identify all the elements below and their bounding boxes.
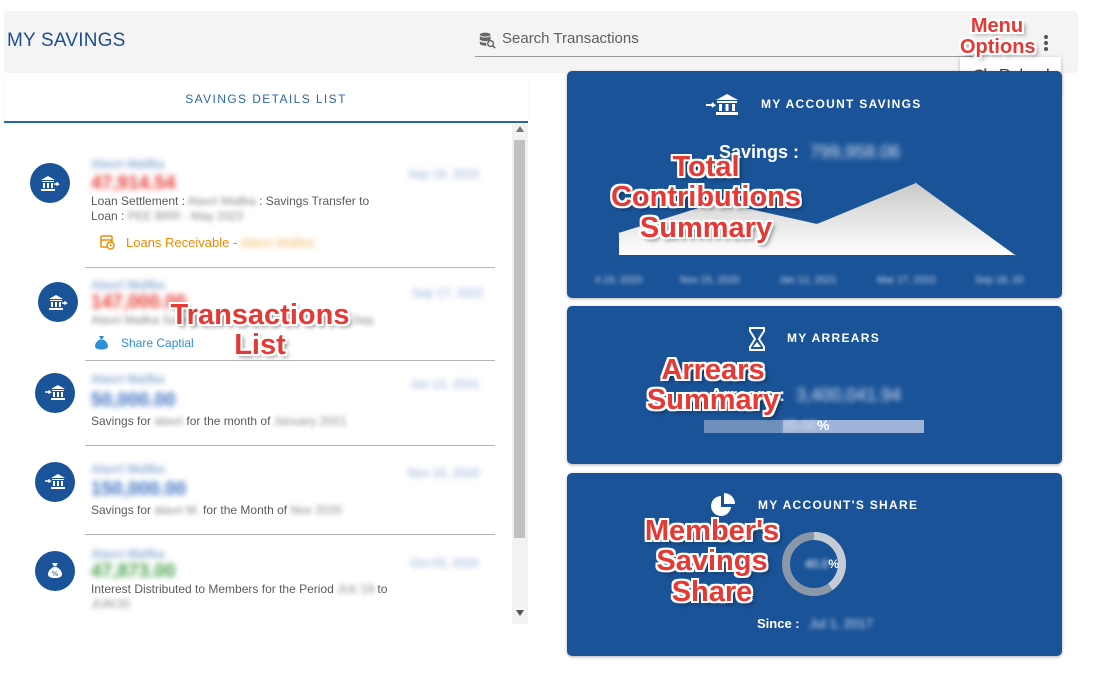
list-divider: [85, 445, 495, 446]
transaction-date: Jan 12, 2021: [410, 377, 480, 391]
page-title: MY SAVINGS: [7, 30, 126, 51]
chart-x-tick: Sep 18, 20: [975, 275, 1024, 286]
transaction-amount: 50,000.00: [91, 390, 176, 411]
card-title: MY ACCOUNT'S SHARE: [758, 498, 919, 512]
hourglass-icon: [749, 327, 765, 351]
member-name: Alavri Mallka: [91, 462, 165, 476]
transaction-date: Nov 15, 2020: [408, 466, 480, 480]
list-divider: [85, 534, 495, 535]
annotation-menu-options: Menu Options: [960, 15, 1036, 58]
money-bag-icon: [95, 336, 108, 350]
money-bag-icon: %: [35, 551, 75, 591]
chart-point: [1014, 254, 1016, 256]
transaction-date: Sep 18, 2022: [408, 167, 480, 181]
more-options-icon[interactable]: [1039, 33, 1053, 53]
transaction-amount: 150,000.00: [91, 479, 187, 500]
scrollbar-thumb[interactable]: [514, 140, 525, 538]
panel-title: SAVINGS DETAILS LIST: [185, 92, 347, 106]
panel-header: SAVINGS DETAILS LIST: [4, 75, 528, 123]
arrears-progress-fill: [704, 420, 784, 433]
member-name: Alavri Mallka: [91, 547, 165, 561]
transaction-amount: 47,914.54: [91, 173, 176, 194]
list-divider: [85, 267, 495, 268]
share-since: Since : Jul 1, 2017: [757, 616, 873, 631]
transaction-item[interactable]: % Alavri Mallka Oct 03, 2020 47,873.00 I…: [30, 543, 496, 615]
bank-deposit-icon: [706, 94, 738, 115]
chart-x-tick: Mar 17, 2022: [877, 275, 936, 286]
svg-text:%: %: [52, 570, 59, 578]
annotation-savings-share: Member's Savings Share: [644, 515, 780, 608]
bank-deposit-icon: [35, 373, 75, 413]
card-title: MY ACCOUNT SAVINGS: [761, 97, 922, 111]
account-tag[interactable]: Loans Receivable - Alavri Mallka: [126, 235, 314, 250]
transaction-item[interactable]: Alavri Mallka Sep 18, 2022 47,914.54 Loa…: [30, 155, 496, 265]
transaction-item[interactable]: Alavri Mallka Jan 12, 2021 50,000.00 Sav…: [30, 370, 496, 444]
chart-point: [915, 182, 917, 184]
search-field[interactable]: [475, 26, 973, 57]
transaction-description: Loan Settlement : Alavri Mallka : Saving…: [91, 194, 370, 223]
scroll-down-arrow-icon[interactable]: [516, 610, 524, 616]
member-name: Alavri Mallka: [91, 157, 165, 171]
member-name: Alavri Mallka: [91, 278, 165, 292]
transaction-date: Oct 03, 2020: [410, 556, 479, 570]
annotation-arrears-summary: Arrears Summary: [646, 354, 780, 417]
transaction-amount: 47,873.00: [91, 561, 176, 582]
arrears-percent: 25.00%: [782, 417, 830, 433]
annotation-transactions-list: Transactions List: [170, 299, 350, 362]
card-title: MY ARREARS: [787, 331, 881, 345]
chart-point: [816, 223, 818, 225]
transaction-item[interactable]: Alavri Mallka Nov 15, 2020 150,000.00 Sa…: [30, 458, 496, 532]
chart-x-tick: 4 23, 2020: [595, 275, 643, 286]
chart-x-tick: Jan 12, 2021: [779, 275, 837, 286]
transaction-description: Interest Distributed to Members for the …: [91, 582, 388, 611]
transaction-description: Savings for alavri for the month of Janu…: [91, 414, 347, 428]
member-name: Alavri Mallka: [91, 372, 165, 386]
bank-transfer-icon: [38, 282, 78, 322]
transaction-date: Sep 17, 2022: [412, 286, 484, 300]
share-percent: 40.0%: [804, 557, 840, 571]
annotation-contributions-summary: Total Contributions Summary: [610, 151, 802, 244]
search-transactions-icon: [479, 32, 496, 49]
chart-x-tick: Nov 15, 2020: [680, 275, 740, 286]
bank-deposit-icon: [35, 462, 75, 502]
scroll-up-arrow-icon[interactable]: [516, 126, 524, 132]
bank-transfer-icon: [30, 163, 70, 203]
transaction-description: Savings for alavri M. for the Month of N…: [91, 503, 342, 517]
list-scrollbar[interactable]: [512, 124, 528, 624]
calendar-clock-icon: [100, 235, 115, 250]
search-input[interactable]: [502, 30, 962, 47]
